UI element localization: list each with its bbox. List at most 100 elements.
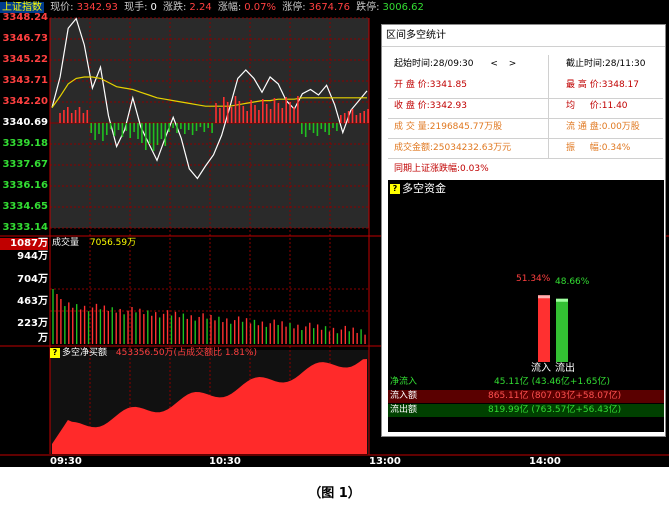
end-time: 截止时间:28/11:30	[566, 54, 645, 74]
trading-terminal: 上证指数 现价: 3342.93 现手: 0 涨跌: 2.24 涨幅: 0.07% 涨停…	[0, 0, 669, 467]
fund-flow-panel: ? 多空资金 51.34% 48.66% 流入 流出 净流入 45.11亿 (43…	[388, 180, 664, 432]
volume-label: 成交量	[52, 238, 80, 248]
volume-value: 7056.59万	[89, 238, 137, 248]
time-label-1300: 13:00	[369, 456, 401, 467]
hand-value: 0	[150, 2, 157, 13]
price-axis-label: 3337.67	[2, 159, 48, 170]
quote-bar: 上证指数 现价: 3342.93 现手: 0 涨跌: 2.24 涨幅: 0.07% 涨停…	[0, 0, 669, 16]
inflow-axis-label: 流入	[531, 363, 551, 374]
price-axis-label: 3340.69	[2, 117, 48, 128]
outflow-bar-cap	[556, 298, 568, 302]
inflow-pct: 51.34%	[516, 274, 551, 284]
outflow-pct: 48.66%	[555, 277, 590, 287]
period-change-label: 同期上证涨跌幅:	[394, 164, 461, 174]
inflow-row: 流入额 865.11亿 (807.03亿+58.07亿)	[388, 390, 664, 403]
float-stat-label: 流 通 盘:	[566, 122, 602, 132]
net-inflow-label: 净流入	[390, 377, 418, 387]
help-icon[interactable]: ?	[50, 347, 60, 358]
close-price-label: 收 盘 价:	[394, 101, 430, 111]
end-time-value: 28/11:30	[605, 59, 646, 69]
avg-price-label: 均 价:	[566, 101, 602, 111]
change-pct-label: 涨幅:	[217, 2, 242, 13]
volume-bars	[52, 289, 366, 344]
next-button[interactable]: >	[509, 59, 517, 69]
start-time: 起始时间:28/09:30 < >	[394, 54, 516, 74]
high-price: 最 高 价:3348.17	[566, 75, 639, 95]
outflow-bar	[556, 298, 568, 362]
close-price: 收 盘 价:3342.93	[394, 96, 467, 116]
open-price-value: 3341.85	[429, 80, 467, 90]
volume-stat: 成 交 量:2196845.77万股	[394, 117, 502, 137]
price-axis-label: 3346.73	[2, 33, 48, 44]
dialog-title[interactable]: 区间多空统计	[382, 25, 665, 47]
limit-down-label: 跌停:	[356, 2, 380, 13]
inflow-bar	[538, 295, 550, 362]
start-time-value: 28/09:30	[433, 59, 474, 69]
price-axis-label: 3342.20	[2, 96, 48, 107]
high-price-label: 最 高 价:	[566, 80, 602, 90]
time-label-0930: 09:30	[50, 456, 82, 467]
float-stat-value: 0.00万股	[601, 122, 640, 132]
end-time-label: 截止时间:	[566, 59, 606, 69]
volume-legend: 成交量 7056.59万	[52, 237, 136, 249]
amount-stat-label: 成交金额:	[394, 143, 434, 153]
price-axis-label: 3333.14	[2, 222, 48, 233]
interval-stats-dialog[interactable]: 区间多空统计 起始时间:28/09:30 < > 截止时间:28/11:30 开…	[381, 24, 666, 437]
time-label-1030: 10:30	[209, 456, 241, 467]
volume-stat-value: 2196845.77万股	[429, 122, 503, 132]
amount-stat-value: 25034232.63万元	[433, 143, 512, 153]
outflow-amount-value: 819.99亿 (763.57亿+56.43亿)	[488, 405, 622, 415]
prev-button[interactable]: <	[490, 59, 498, 69]
avg-price: 均 价:11.40	[566, 96, 628, 116]
volume-axis-max: 1087万	[0, 238, 48, 250]
netbuy-legend: ? 多空净买额 453356.50万(占成交额比 1.81%)	[50, 347, 257, 359]
price-axis-label: 3343.71	[2, 75, 48, 86]
netbuy-label: 多空净买额	[62, 348, 108, 358]
amplitude-stat-value: 0.34%	[601, 143, 631, 153]
volume-axis-3: 463万	[17, 296, 48, 307]
price-axis-label: 3336.16	[2, 180, 48, 191]
open-price-label: 开 盘 价:	[394, 80, 430, 90]
outflow-amount-label: 流出额	[390, 405, 418, 415]
time-axis: 09:30 10:30 13:00 14:00	[0, 456, 669, 467]
volume-axis-4: 223万	[17, 318, 48, 329]
netbuy-value: 453356.50万(占成交额比 1.81%)	[115, 348, 258, 358]
net-inflow-value: 45.11亿 (43.46亿+1.65亿)	[494, 377, 610, 387]
volume-axis-1: 944万	[17, 251, 48, 262]
float-stat: 流 通 盘:0.00万股	[566, 117, 640, 137]
limit-up-value: 3674.76	[308, 2, 350, 13]
limit-down-value: 3006.62	[382, 2, 424, 13]
outflow-axis-label: 流出	[555, 363, 575, 374]
period-change-value: 0.03%	[460, 164, 489, 174]
figure-caption: （图 1）	[308, 486, 361, 501]
price-label: 现价:	[50, 2, 74, 13]
start-time-label: 起始时间:	[394, 59, 434, 69]
high-price-value: 3348.17	[601, 80, 639, 90]
change-label: 涨跌:	[163, 2, 187, 13]
close-price-value: 3342.93	[429, 101, 467, 111]
limit-up-label: 涨停:	[282, 2, 306, 13]
hand-label: 现手:	[124, 2, 148, 13]
volume-axis-5: 万	[38, 333, 48, 344]
change-pct-value: 0.07%	[244, 2, 277, 13]
outflow-row: 流出额 819.99亿 (763.57亿+56.43亿)	[388, 404, 664, 417]
price-axis-label: 3334.65	[2, 201, 48, 212]
price-axis-label: 3339.18	[2, 138, 48, 149]
inflow-amount-label: 流入额	[390, 391, 418, 401]
change-value: 2.24	[189, 2, 212, 13]
open-price: 开 盘 价:3341.85	[394, 75, 467, 95]
price-axis-label: 3345.22	[2, 54, 48, 65]
volume-axis-2: 704万	[17, 274, 48, 285]
net-inflow-row: 净流入 45.11亿 (43.46亿+1.65亿)	[388, 376, 664, 389]
price-value: 3342.93	[76, 2, 118, 13]
avg-price-value: 11.40	[601, 101, 628, 111]
amplitude-stat-label: 振 幅:	[566, 143, 602, 153]
inflow-bar-cap	[538, 295, 550, 299]
amount-stat: 成交金额:25034232.63万元	[394, 138, 511, 158]
volume-stat-label: 成 交 量:	[394, 122, 430, 132]
inflow-amount-value: 865.11亿 (807.03亿+58.07亿)	[488, 391, 622, 401]
amplitude-stat: 振 幅:0.34%	[566, 138, 630, 158]
time-label-1400: 14:00	[529, 456, 561, 467]
price-axis-label: 3348.24	[2, 12, 48, 23]
period-change: 同期上证涨跌幅:0.03%	[394, 159, 489, 179]
